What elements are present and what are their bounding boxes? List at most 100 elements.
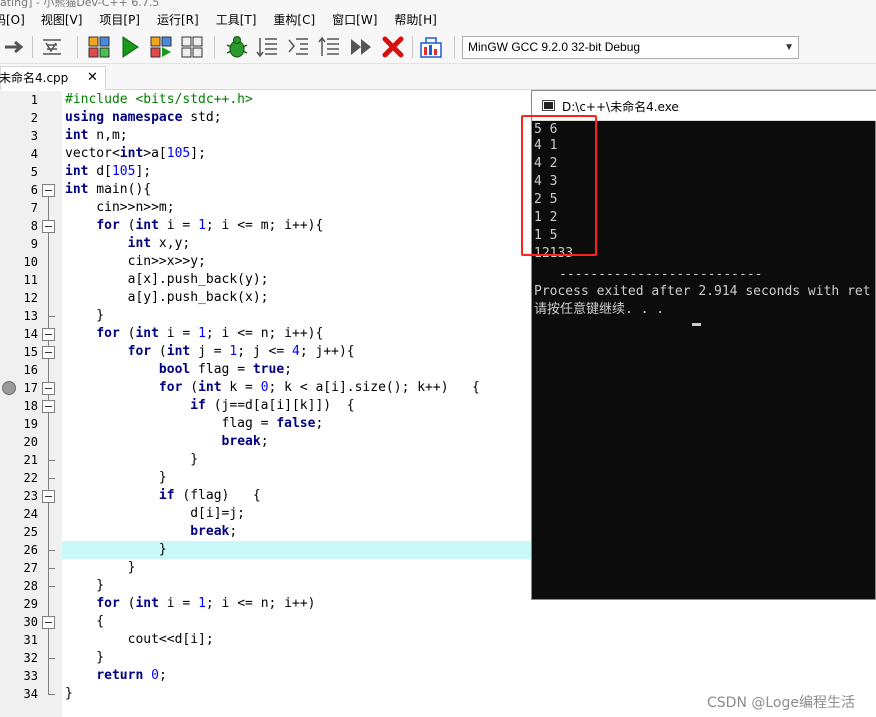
rebuild-icon[interactable] [179,34,205,60]
fold-toggle-icon[interactable] [42,184,55,197]
compiler-select[interactable]: MinGW GCC 9.2.0 32-bit Debug ▼ [462,36,799,59]
code-text: int d[105]; [65,164,152,179]
step-into-icon[interactable] [285,34,311,60]
fold-toggle-icon[interactable] [42,328,55,341]
line-number: 30 [23,615,38,629]
tab-file[interactable]: 未命名4.cpp ✕ [0,66,106,90]
code-text: bool flag = true; [158,362,292,377]
line-number: 18 [23,399,38,413]
breakpoint-icon[interactable] [2,381,16,395]
code-line[interactable]: 30 { [0,613,876,631]
watermark: CSDN @Loge编程生活 [707,695,855,711]
profile-icon[interactable] [418,34,444,60]
redo-arrow-icon[interactable] [2,34,28,60]
code-text: break; [190,524,238,539]
code-text: if (flag) { [158,488,261,503]
code-text: int n,m; [65,128,128,143]
line-number: 28 [23,579,38,593]
code-text: for (int i = 1; i <= n; i++){ [96,326,324,341]
code-line[interactable]: 33 return 0; [0,667,876,685]
line-number: 2 [30,111,38,125]
console-title: D:\c++\未命名4.exe [562,100,679,114]
console-prompt: 请按任意键继续. . . [534,302,665,317]
line-number: 33 [23,669,38,683]
compiler-select-value: MinGW GCC 9.2.0 32-bit Debug [468,40,641,54]
code-text: for (int i = 1; i <= n; i++) [96,596,316,611]
code-text: } [65,452,199,467]
code-text: } [65,470,167,485]
stop-icon[interactable] [380,34,406,60]
code-text: cin>>n>>m; [65,200,175,215]
line-number: 3 [30,129,38,143]
run-icon[interactable] [117,34,143,60]
fold-toggle-icon[interactable] [42,220,55,233]
code-text: vector<int>a[105]; [65,146,206,161]
window-title-strip: ating] - 小熊猫Dev-C++ 6.7.5 [0,0,876,8]
code-text: cout<<d[i]; [65,632,214,647]
menu-window[interactable]: 窗口[W] [332,11,377,28]
console-cursor [692,323,701,326]
menu-bar: 码[O] 视图[V] 项目[P] 运行[R] 工具[T] 重构[C] 窗口[W]… [0,8,876,30]
fold-toggle-icon[interactable] [42,490,55,503]
line-number: 6 [30,183,38,197]
line-number: 17 [23,381,38,395]
code-text: } [65,308,105,323]
code-text: a[y].push_back(x); [65,290,269,305]
code-text: return 0; [96,668,167,683]
line-number: 14 [23,327,38,341]
line-number: 1 [30,93,38,107]
line-number: 22 [23,471,38,485]
compile-run-icon[interactable] [148,34,174,60]
code-line[interactable]: 31 cout<<d[i]; [0,631,876,649]
annotation-box [521,115,597,256]
close-icon[interactable]: ✕ [87,67,98,89]
code-text: flag = false; [65,416,324,431]
continue-icon[interactable] [348,34,374,60]
menu-tools[interactable]: 工具[T] [216,11,257,28]
line-number: 31 [23,633,38,647]
line-number: 15 [23,345,38,359]
compile-icon[interactable] [86,34,112,60]
console-separator: -------------------------- [559,267,763,282]
line-number: 5 [30,165,38,179]
indent-icon[interactable] [39,34,65,60]
code-text: for (int j = 1; j <= 4; j++){ [127,344,355,359]
code-text: d[i]=j; [65,506,246,521]
line-number: 10 [23,255,38,269]
menu-view[interactable]: 视图[V] [41,11,83,28]
line-number: 25 [23,525,38,539]
window-title: ating] - 小熊猫Dev-C++ 6.7.5 [0,0,160,8]
line-number: 23 [23,489,38,503]
code-text: cin>>x>>y; [65,254,206,269]
tab-bar: 未命名4.cpp ✕ [0,64,876,90]
fold-toggle-icon[interactable] [42,616,55,629]
fold-toggle-icon[interactable] [42,382,55,395]
code-line[interactable]: 32 } [0,649,876,667]
menu-code[interactable]: 码[O] [0,11,25,28]
code-text: a[x].push_back(y); [65,272,269,287]
code-text: if (j==d[a[i][k]]) { [190,398,355,413]
menu-refactor[interactable]: 重构[C] [273,11,315,28]
fold-toggle-icon[interactable] [42,400,55,413]
toolbar: MinGW GCC 9.2.0 32-bit Debug ▼ [0,30,876,64]
debug-icon[interactable] [224,34,250,60]
menu-help[interactable]: 帮助[H] [394,11,436,28]
line-number: 26 [23,543,38,557]
menu-run[interactable]: 运行[R] [157,11,199,28]
code-text: { [65,614,105,629]
line-number: 16 [23,363,38,377]
code-text: int main(){ [65,182,152,197]
menu-project[interactable]: 项目[P] [99,11,140,28]
line-number: 11 [23,273,38,287]
code-text: break; [221,434,269,449]
line-number: 20 [23,435,38,449]
chevron-down-icon: ▼ [784,42,794,53]
line-number: 32 [23,651,38,665]
fold-toggle-icon[interactable] [42,346,55,359]
line-number: 27 [23,561,38,575]
step-icon[interactable] [254,34,280,60]
line-number: 29 [23,597,38,611]
code-text: #include <bits/stdc++.h> [65,92,253,107]
step-out-icon[interactable] [316,34,342,60]
line-number: 7 [30,201,38,215]
